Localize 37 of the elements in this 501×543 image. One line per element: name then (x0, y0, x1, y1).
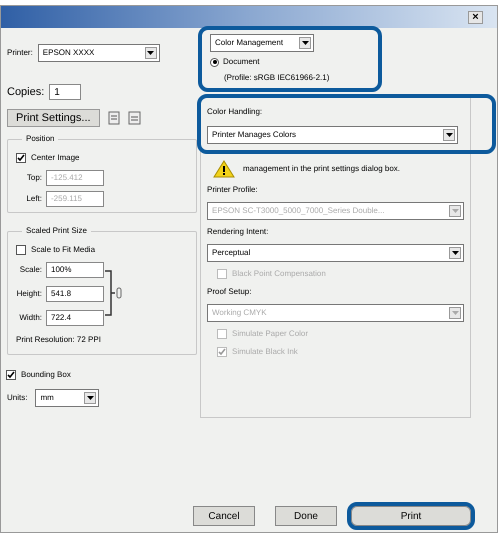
profile-text: (Profile: sRGB IEC61966-2.1) (224, 72, 330, 84)
input-field[interactable]: 722.4 (46, 310, 104, 326)
group-title: Scaled Print Size (22, 224, 91, 236)
units-dropdown[interactable]: mm (35, 388, 100, 406)
field-label: Printer: (7, 47, 33, 59)
color-management-dropdown[interactable]: Color Management (210, 34, 314, 52)
section-label: Rendering Intent: (207, 226, 270, 238)
checkbox-label: Center Image (31, 152, 80, 164)
close-button[interactable]: × (468, 10, 483, 24)
resolution-text: Print Resolution: 72 PPI (16, 334, 102, 346)
section-label: Color Handling: (207, 106, 264, 118)
field-label: Units: (7, 392, 28, 404)
field-label: Scale: (18, 264, 42, 276)
section-label: Printer Profile: (207, 184, 259, 196)
field-label: Top: (26, 172, 42, 184)
checkbox-label: Scale to Fit Media (31, 244, 96, 256)
group-title: Position (22, 132, 58, 144)
color-handling-dropdown[interactable]: Printer Manages Colors (207, 126, 458, 144)
field-label: Width: (18, 312, 42, 324)
radio-label: Document (223, 56, 260, 68)
checkbox-label: Black Point Compensation (232, 268, 326, 280)
print-settings-button[interactable]: Print Settings... (7, 108, 100, 126)
field-label: Copies: (7, 85, 44, 100)
printer-dropdown[interactable]: EPSON XXXX (38, 44, 160, 62)
dialog-button[interactable]: Done (275, 506, 337, 526)
checkbox-label: Simulate Paper Color (232, 328, 308, 340)
section-label: Proof Setup: (207, 286, 252, 298)
checkbox-label: Bounding Box (21, 368, 71, 380)
dialog-button[interactable]: Cancel (193, 506, 255, 526)
rendering-intent-dropdown[interactable]: Perceptual (207, 244, 464, 262)
input-field[interactable]: 541.8 (46, 286, 104, 302)
input-field[interactable]: 100% (46, 262, 104, 278)
field-label: Height: (16, 288, 42, 300)
input-field[interactable]: 1 (49, 84, 82, 100)
field-label: Left: (25, 192, 42, 204)
warning-text: management in the print settings dialog box. (243, 163, 400, 175)
checkbox-label: Simulate Black Ink (232, 346, 298, 358)
